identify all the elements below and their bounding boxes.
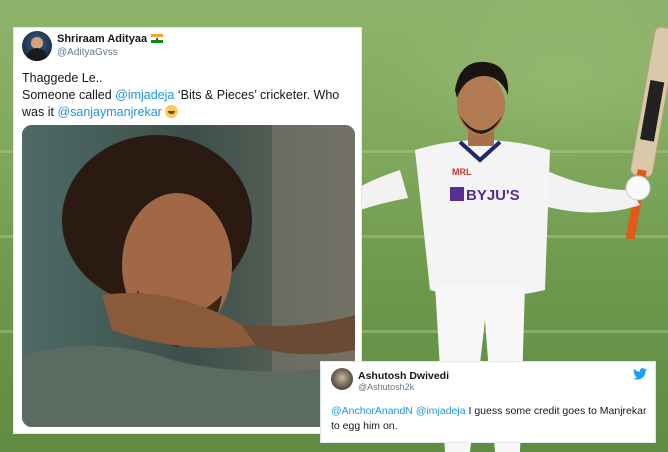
tweet-author-handle[interactable]: @AdityaGvss [57, 47, 118, 58]
tweet-card-reply[interactable]: Ashutosh Dwivedi @Ashutosh2k @AnchorAnan… [320, 361, 656, 443]
meme-image[interactable] [22, 125, 355, 427]
tweet-text-line2: Someone called @imjadeja ‘Bits & Pieces’… [22, 88, 340, 119]
grinning-face-emoji-icon [164, 105, 178, 118]
tweet-text-line1: Thaggede Le.. [22, 71, 103, 85]
tweet-text: @AnchorAnandN @imjadeja I guess some cre… [331, 405, 647, 432]
jersey-badge-text: MRL [452, 167, 472, 177]
tweet-card-main[interactable]: Shriraam Adityaa @AdityaGvss Thaggede Le… [13, 27, 362, 434]
mention-link[interactable]: @imjadeja [416, 405, 466, 417]
mention-link[interactable]: @AnchorAnandN [331, 405, 413, 417]
sponsor-logo-text: BYJU'S [466, 187, 520, 204]
tweet-author-name[interactable]: Ashutosh Dwivedi [358, 370, 449, 382]
avatar[interactable] [22, 31, 52, 61]
mention-link[interactable]: @sanjaymanjrekar [57, 105, 161, 119]
twitter-bird-icon[interactable] [633, 368, 647, 380]
india-flag-icon [151, 34, 164, 43]
avatar[interactable] [331, 368, 353, 390]
tweet-author-handle[interactable]: @Ashutosh2k [358, 382, 414, 392]
mention-link[interactable]: @imjadeja [115, 88, 174, 102]
tweet-author-name[interactable]: Shriraam Adityaa [57, 33, 164, 45]
tweet-text: Thaggede Le.. Someone called @imjadeja ‘… [22, 70, 357, 121]
